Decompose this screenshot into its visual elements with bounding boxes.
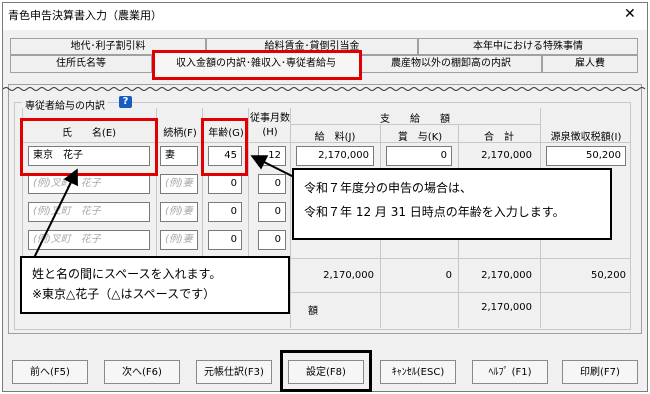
grid-line	[290, 108, 291, 328]
crop-wave-divider	[3, 87, 646, 91]
total-salary-value: 2,170,000	[323, 270, 374, 281]
relation-field[interactable]: (例)妻	[160, 202, 198, 222]
total-bonus-value: 0	[445, 270, 452, 281]
name-highlight	[20, 118, 158, 176]
salary-field[interactable]: 2,170,000	[296, 146, 374, 166]
total-value: 2,170,000	[481, 150, 532, 161]
prev-button[interactable]: 前へ(F5)	[12, 360, 88, 384]
name-field[interactable]: (例)叉町 花子	[28, 230, 150, 250]
name-callout-line2: ※東京△花子（△はスペースです）	[32, 287, 216, 301]
relation-field[interactable]: 妻	[160, 146, 198, 166]
bonus-field[interactable]: 0	[386, 146, 452, 166]
months-field[interactable]: 12	[258, 146, 286, 166]
tab-address-name[interactable]: 住所氏名等	[10, 55, 152, 73]
tab-highlight	[152, 50, 362, 80]
ledger-button[interactable]: 元帳仕訳(F3)	[196, 360, 272, 384]
subtotal-total-value: 2,170,000	[481, 302, 532, 313]
group-label: 専従者給与の内訳	[22, 97, 108, 112]
window-title: 青色申告決算書入力（農業用）	[8, 9, 162, 22]
age-callout-line2: 令和７年 12 月 31 日時点の年齢を入力します。	[304, 205, 565, 219]
relation-field[interactable]: (例)妻	[160, 230, 198, 250]
age-callout: 令和７年度分の申告の場合は、 令和７年 12 月 31 日時点の年齢を入力します…	[292, 168, 612, 240]
help-button[interactable]: ﾍﾙﾌﾟ (F1)	[472, 360, 548, 384]
name-callout-line1: 姓と名の間にスペースを入れます。	[32, 267, 222, 281]
header-relation: 続柄(F)	[163, 128, 197, 139]
close-icon[interactable]: ✕	[624, 6, 636, 22]
header-salary: 給 料(J)	[314, 132, 356, 143]
months-field[interactable]: 0	[258, 230, 286, 250]
months-field[interactable]: 0	[258, 174, 286, 194]
age-field[interactable]: 0	[208, 230, 242, 250]
header-bonus: 賞 与(K)	[397, 132, 443, 143]
subtotal-label: 額	[308, 306, 318, 317]
months-field[interactable]: 0	[258, 202, 286, 222]
name-callout: 姓と名の間にスペースを入れます。 ※東京△花子（△はスペースです）	[20, 256, 290, 314]
header-months: 従事月数(H)	[250, 113, 290, 138]
withholding-field[interactable]: 50,200	[546, 146, 626, 166]
grid-line	[290, 292, 630, 293]
age-callout-line1: 令和７年度分の申告の場合は、	[304, 181, 473, 195]
grid-line	[290, 258, 630, 259]
header-salary-group: 支 給 額	[380, 114, 450, 125]
tab-special-circumstances[interactable]: 本年中における特殊事情	[418, 38, 638, 55]
relation-field[interactable]: (例)妻	[160, 174, 198, 194]
name-field[interactable]: (例)叉町 花子	[28, 174, 150, 194]
header-withholding: 源泉徴収税額(I)	[550, 132, 622, 143]
age-field[interactable]: 0	[208, 202, 242, 222]
settings-highlight	[280, 350, 372, 392]
name-field[interactable]: (例)叉町 花子	[28, 202, 150, 222]
total-withholding-value: 50,200	[591, 270, 626, 281]
print-button[interactable]: 印刷(F7)	[562, 360, 638, 384]
tab-inventory-breakdown[interactable]: 農産物以外の棚卸高の内訳	[360, 55, 542, 73]
cancel-button[interactable]: ｷｬﾝｾﾙ(ESC)	[380, 360, 456, 384]
tab-employee-cost[interactable]: 雇人費	[542, 55, 638, 73]
total-total-value: 2,170,000	[481, 270, 532, 281]
next-button[interactable]: 次へ(F6)	[104, 360, 180, 384]
grid-line	[248, 108, 249, 258]
header-total: 合 計	[484, 132, 514, 143]
age-highlight	[201, 118, 248, 176]
age-field[interactable]: 0	[208, 174, 242, 194]
help-icon[interactable]: ?	[119, 96, 132, 108]
